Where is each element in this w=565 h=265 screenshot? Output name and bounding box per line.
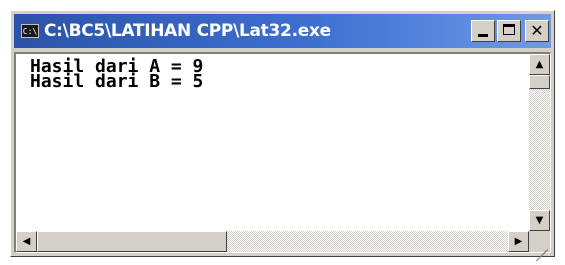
vertical-scroll-thumb[interactable] <box>529 75 550 89</box>
scroll-up-button[interactable]: ▲ <box>529 54 550 75</box>
resize-grip[interactable] <box>529 231 550 262</box>
caption-buttons: ✕ <box>469 20 549 42</box>
scroll-right-button[interactable]: ▶ <box>508 231 529 252</box>
maximize-icon <box>503 24 515 35</box>
minimize-icon <box>478 34 488 37</box>
minimize-button[interactable] <box>471 20 495 42</box>
console-app-icon[interactable]: C:\ <box>21 24 39 38</box>
grip-line <box>543 249 548 255</box>
vertical-scrollbar[interactable]: ▲ ▼ <box>529 54 550 231</box>
left-arrow-icon: ◀ <box>22 236 31 247</box>
close-button[interactable]: ✕ <box>525 20 549 42</box>
horizontal-scrollbar[interactable]: ◀ ▶ <box>16 231 529 252</box>
vertical-scroll-track[interactable] <box>529 75 550 210</box>
console-window: C:\ C:\BC5\LATIHAN CPP\Lat32.exe ✕ Hasil… <box>10 10 555 262</box>
title-bar[interactable]: C:\ C:\BC5\LATIHAN CPP\Lat32.exe ✕ <box>14 14 551 48</box>
up-arrow-icon: ▲ <box>535 59 544 70</box>
maximize-button[interactable] <box>497 20 521 42</box>
down-arrow-icon: ▼ <box>535 215 544 226</box>
console-client-area: Hasil dari A = 9 Hasil dari B = 5 ▲ ▼ ◀ … <box>14 52 551 262</box>
console-output[interactable]: Hasil dari A = 9 Hasil dari B = 5 <box>16 54 529 231</box>
scroll-left-button[interactable]: ◀ <box>16 231 37 252</box>
scroll-down-button[interactable]: ▼ <box>529 210 550 231</box>
console-line: Hasil dari B = 5 <box>30 71 204 92</box>
right-arrow-icon: ▶ <box>514 236 523 247</box>
close-icon: ✕ <box>530 21 544 40</box>
window-title: C:\BC5\LATIHAN CPP\Lat32.exe <box>44 21 331 41</box>
horizontal-scroll-thumb[interactable] <box>37 231 227 252</box>
